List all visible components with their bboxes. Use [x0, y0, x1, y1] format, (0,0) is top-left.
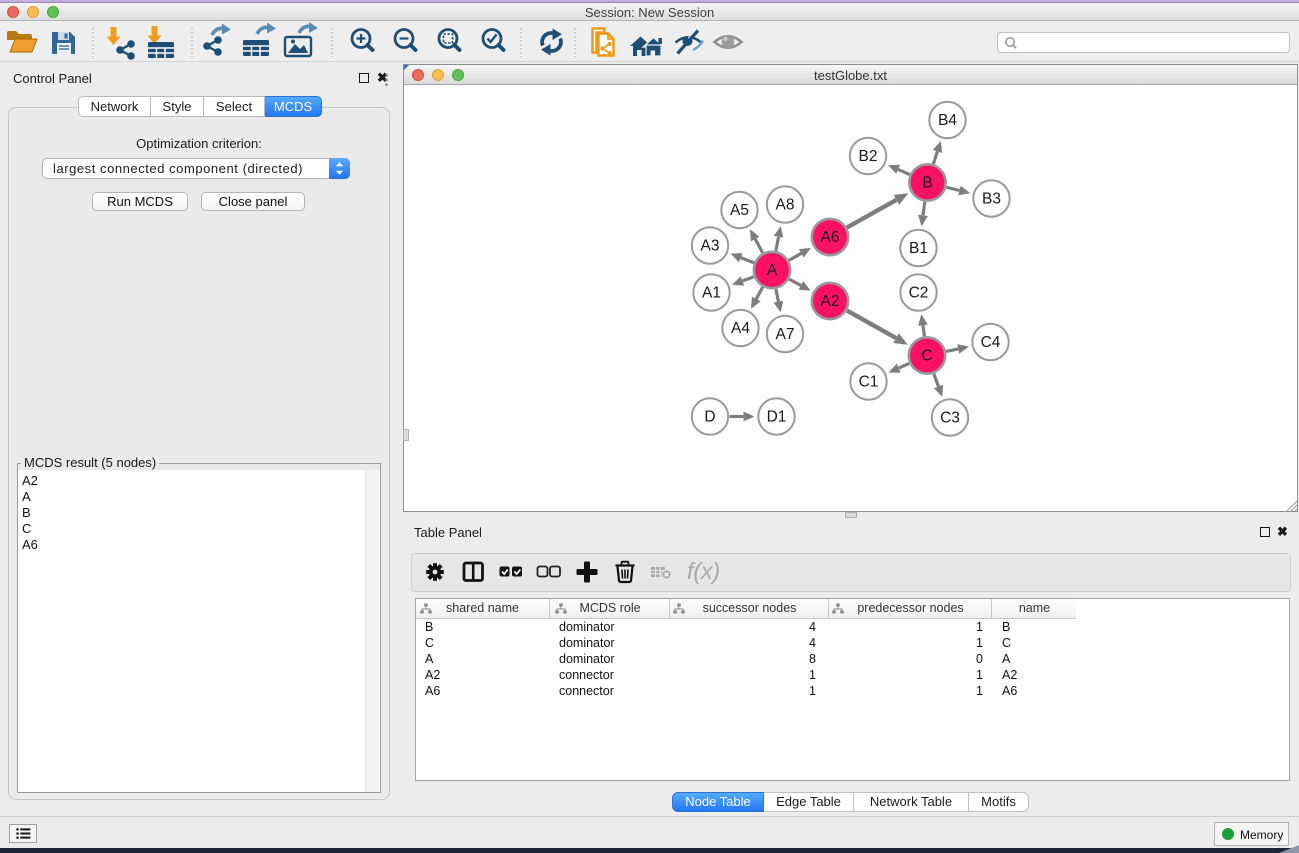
svg-text:C2: C2 — [909, 285, 929, 302]
svg-text:A: A — [767, 262, 778, 279]
svg-text:B2: B2 — [859, 148, 878, 165]
svg-text:C4: C4 — [981, 334, 1001, 351]
svg-text:C1: C1 — [859, 374, 879, 391]
svg-text:B1: B1 — [909, 240, 928, 257]
svg-text:B4: B4 — [938, 112, 957, 129]
svg-text:C: C — [921, 348, 932, 365]
svg-text:C3: C3 — [940, 410, 960, 427]
svg-text:A7: A7 — [776, 326, 795, 343]
svg-text:B3: B3 — [982, 191, 1001, 208]
svg-text:A8: A8 — [776, 197, 795, 214]
svg-text:A1: A1 — [702, 285, 721, 302]
svg-text:D1: D1 — [767, 409, 787, 426]
svg-text:A6: A6 — [821, 229, 840, 246]
svg-text:A2: A2 — [821, 293, 840, 310]
svg-text:A5: A5 — [730, 202, 749, 219]
svg-text:A3: A3 — [701, 238, 720, 255]
svg-text:B: B — [922, 175, 932, 192]
svg-text:A4: A4 — [731, 320, 750, 337]
svg-text:f(x): f(x) — [687, 558, 720, 584]
svg-text:D: D — [704, 409, 715, 426]
